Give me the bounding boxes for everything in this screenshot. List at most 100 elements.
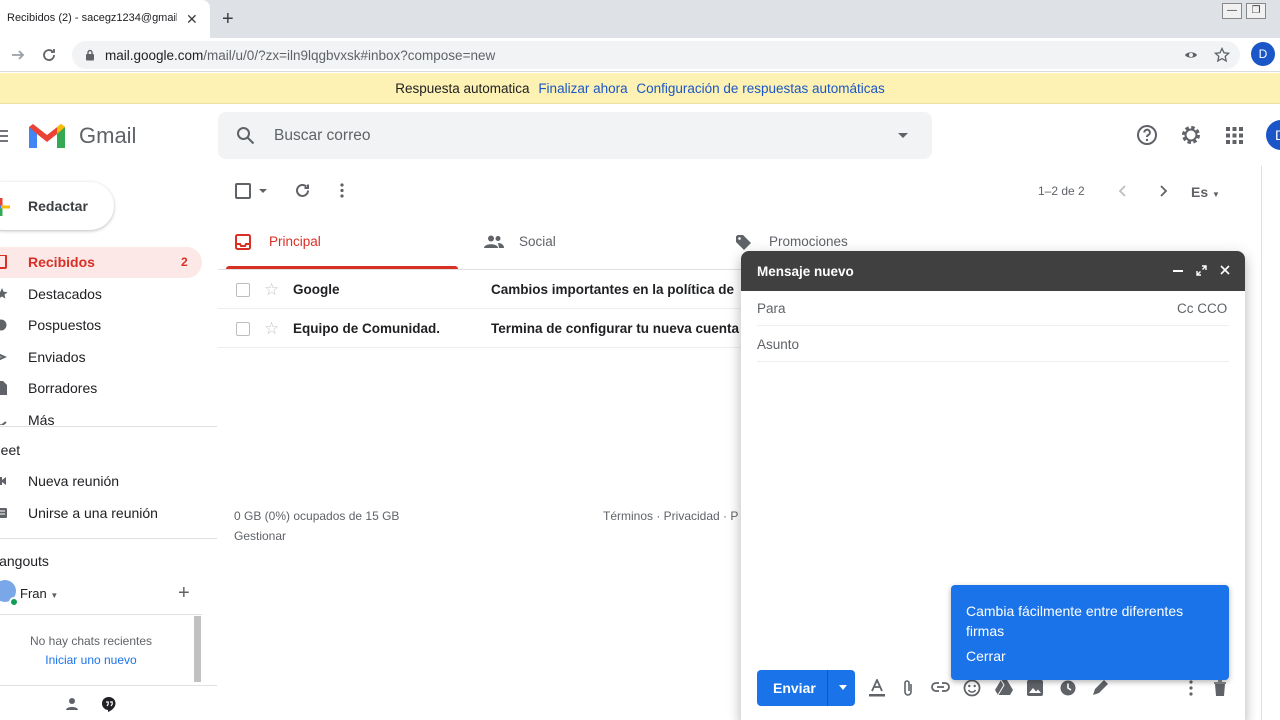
send-options-dropdown-icon[interactable] (839, 685, 847, 690)
subject-field[interactable]: Asunto (757, 337, 799, 352)
compose-button[interactable]: Redactar (0, 182, 114, 230)
tag-icon (736, 235, 751, 250)
tooltip-close-button[interactable]: Cerrar (966, 648, 1006, 664)
message-sender: Google (293, 282, 340, 297)
compose-label: Redactar (28, 198, 88, 214)
chevron-left-icon[interactable] (1118, 185, 1128, 197)
send-button[interactable]: Enviar (757, 670, 855, 706)
sidebar-item-label: Pospuestos (28, 317, 102, 333)
extension-eye-icon[interactable] (1184, 48, 1198, 62)
tab-close-icon[interactable]: ✕ (186, 11, 198, 28)
google-drive-icon[interactable] (995, 680, 1013, 695)
sidebar-item-starred[interactable]: Destacados (0, 279, 202, 310)
more-options-icon[interactable] (339, 182, 345, 199)
start-new-chat-link[interactable]: Iniciar uno nuevo (0, 653, 182, 667)
minimize-icon[interactable] (1173, 270, 1183, 273)
fullscreen-icon[interactable] (1196, 265, 1207, 276)
reload-icon[interactable] (41, 47, 57, 63)
insert-photo-icon[interactable] (1027, 680, 1043, 696)
chevron-right-icon[interactable] (1158, 185, 1168, 197)
side-panel-divider (1261, 166, 1262, 720)
restore-window-icon[interactable]: ❐ (1246, 3, 1266, 19)
bookmark-star-icon[interactable] (1214, 47, 1230, 63)
tab-label: Promociones (769, 234, 848, 249)
lock-icon[interactable] (85, 49, 95, 61)
hangouts-chat-icon[interactable] (101, 696, 117, 712)
end-now-link[interactable]: Finalizar ahora (538, 81, 627, 96)
attach-paperclip-icon[interactable] (902, 679, 914, 697)
meet-section-title: Meet (0, 442, 21, 458)
browser-tab[interactable]: Recibidos (2) - sacegz1234@gmail.com ✕ (0, 0, 210, 38)
vacation-settings-link[interactable]: Configuración de respuestas automáticas (636, 81, 884, 96)
confidential-mode-icon[interactable] (1059, 679, 1077, 697)
signature-tip-tooltip: Cambia fácilmente entre diferentes firma… (951, 585, 1229, 680)
keyboard-icon (0, 508, 7, 518)
sidebar-item-label: Más (28, 412, 55, 425)
text-format-icon[interactable] (869, 679, 885, 697)
signature-pen-icon[interactable] (1091, 679, 1109, 697)
browser-profile-avatar[interactable]: D (1251, 42, 1275, 66)
refresh-icon[interactable] (294, 182, 311, 199)
star-icon[interactable]: ☆ (264, 319, 279, 339)
manage-storage-link[interactable]: Gestionar (234, 529, 286, 543)
video-camera-icon (0, 477, 6, 485)
meet-join-meeting[interactable]: Unirse a una reunión (0, 498, 202, 529)
people-icon (484, 235, 504, 248)
close-icon[interactable] (1220, 265, 1230, 275)
discard-trash-icon[interactable] (1213, 680, 1227, 696)
meet-new-meeting[interactable]: Nueva reunión (0, 466, 202, 497)
cc-bcc-link[interactable]: Cc CCO (1177, 301, 1227, 316)
send-label: Enviar (773, 680, 816, 696)
search-bar[interactable]: Buscar correo (218, 112, 932, 159)
account-avatar[interactable]: D (1266, 120, 1280, 150)
forward-icon[interactable] (10, 47, 26, 63)
field-divider (757, 361, 1229, 362)
minimize-window-icon[interactable]: — (1222, 3, 1242, 19)
new-chat-plus-icon[interactable]: + (178, 582, 190, 605)
emoji-icon[interactable] (963, 679, 981, 697)
tab-social[interactable]: Social (476, 220, 708, 270)
star-icon[interactable]: ☆ (264, 280, 279, 300)
select-all-checkbox[interactable] (235, 183, 251, 199)
field-divider (757, 325, 1229, 326)
sidebar-item-more[interactable]: Más (0, 405, 202, 425)
sidebar-item-sent[interactable]: Enviados (0, 342, 202, 373)
message-subject: Cambios importantes en la política de (491, 282, 735, 297)
hangouts-divider (0, 614, 202, 615)
settings-gear-icon[interactable] (1180, 124, 1202, 146)
send-divider (827, 670, 828, 706)
vacation-responder-banner: Respuesta automatica Finalizar ahora Con… (0, 73, 1280, 104)
user-dropdown-icon[interactable]: ▼ (50, 591, 58, 600)
gmail-logo-icon[interactable] (29, 123, 65, 150)
new-tab-icon[interactable]: + (222, 8, 234, 31)
hangouts-scrollbar[interactable] (194, 616, 201, 682)
storage-usage: 0 GB (0%) ocupados de 15 GB (234, 509, 400, 523)
compose-header[interactable]: Mensaje nuevo (741, 251, 1245, 291)
select-dropdown-icon[interactable] (259, 189, 267, 193)
hangouts-user-name[interactable]: Fran ▼ (20, 586, 58, 601)
sidebar-item-inbox[interactable]: Recibidos 2 (0, 247, 202, 278)
draft-icon (0, 381, 7, 395)
sidebar-item-drafts[interactable]: Borradores (0, 373, 202, 404)
input-language-selector[interactable]: Es ▼ (1191, 184, 1220, 200)
tab-primary[interactable]: Principal (226, 220, 458, 270)
to-field[interactable]: Para (757, 301, 786, 316)
tab-label: Social (519, 234, 556, 249)
address-bar[interactable]: mail.google.com/mail/u/0/?zx=iln9lqgbvxs… (72, 41, 1240, 69)
message-checkbox[interactable] (236, 322, 250, 336)
message-checkbox[interactable] (236, 283, 250, 297)
more-options-icon[interactable] (1189, 680, 1193, 696)
contacts-person-icon[interactable] (65, 697, 79, 711)
tab-label: Principal (269, 234, 321, 249)
sidebar-divider (0, 426, 217, 427)
apps-grid-icon[interactable] (1226, 127, 1243, 144)
sidebar-item-label: Destacados (28, 286, 102, 302)
footer-links[interactable]: Términos · Privacidad · P (603, 509, 738, 523)
search-icon[interactable] (236, 126, 255, 145)
main-menu-icon[interactable] (0, 129, 8, 143)
search-input[interactable]: Buscar correo (274, 127, 370, 145)
insert-link-icon[interactable] (931, 682, 950, 692)
search-options-dropdown-icon[interactable] (898, 133, 908, 138)
help-icon[interactable] (1136, 124, 1158, 146)
sidebar-item-snoozed[interactable]: Pospuestos (0, 310, 202, 341)
